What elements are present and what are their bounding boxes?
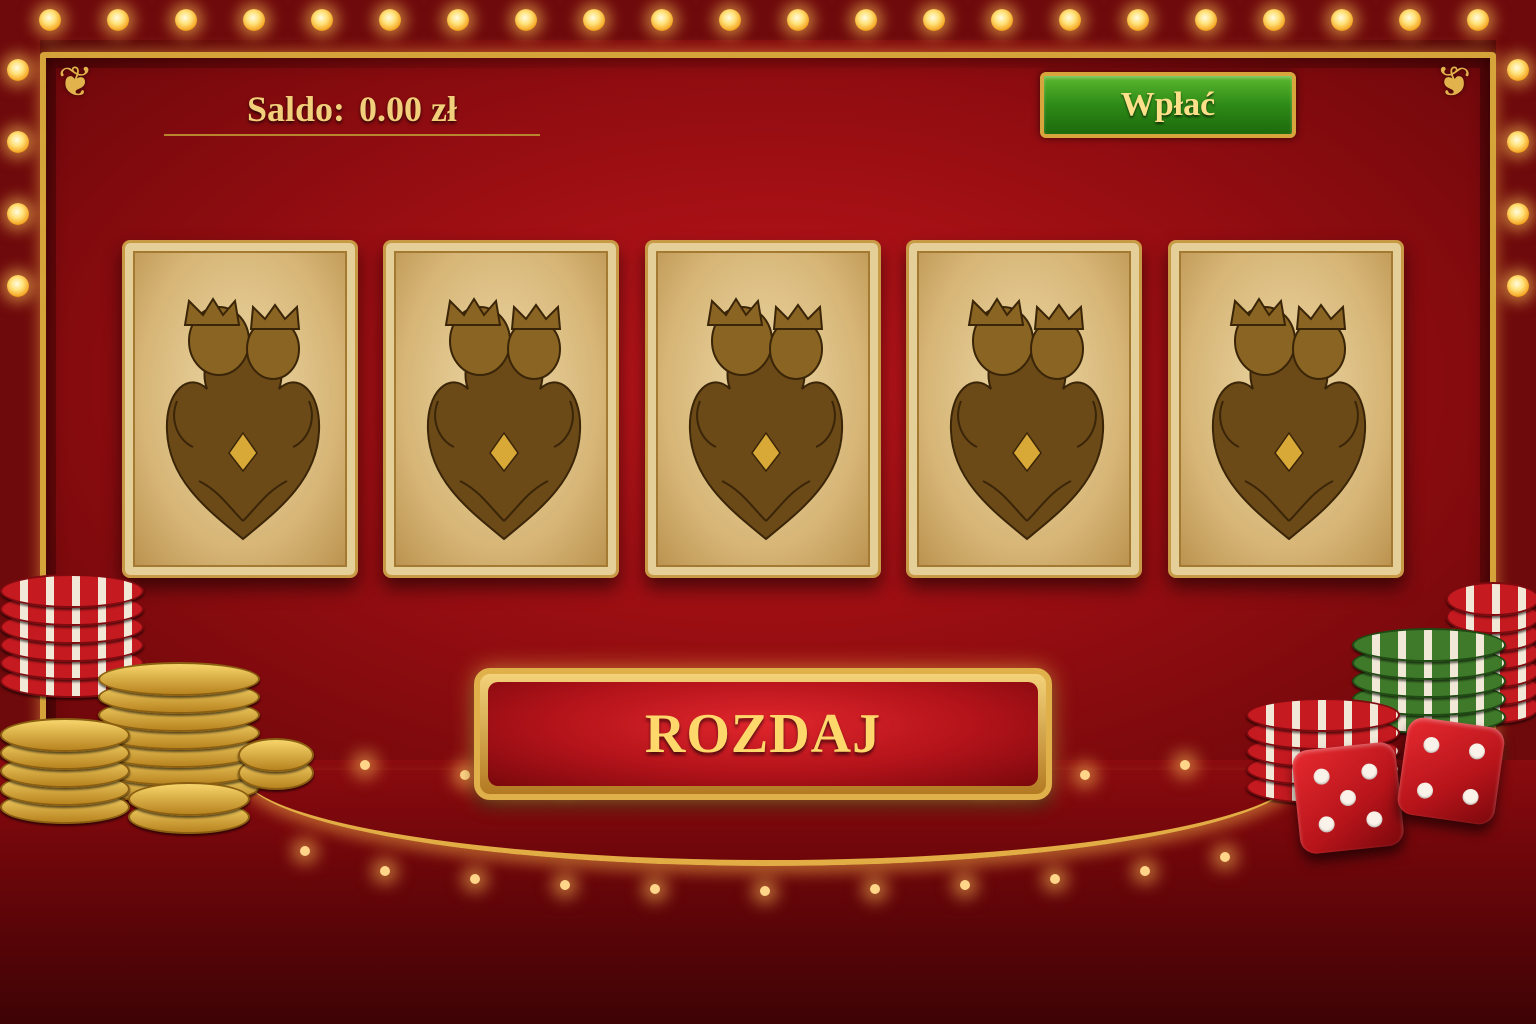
marquee-bulb-icon [1195, 9, 1217, 31]
corner-ornament-icon: ❦ [1436, 60, 1472, 106]
light-reflection [380, 866, 390, 876]
marquee-bulb-icon [1399, 9, 1421, 31]
marquee-bulb-icon [7, 203, 29, 225]
marquee-bulb-icon [651, 9, 673, 31]
casino-chip-icon [98, 662, 260, 696]
marquee-bulb-icon [7, 275, 29, 297]
casino-chip-icon [1246, 698, 1400, 732]
marquee-bulb-icon [175, 9, 197, 31]
marquee-bulb-icon [1263, 9, 1285, 31]
casino-chip-icon [0, 718, 130, 752]
card-face-down[interactable] [645, 240, 881, 578]
casino-chip-icon [238, 738, 314, 772]
marquee-bulb-icon [1507, 275, 1529, 297]
marquee-bulb-icon [923, 9, 945, 31]
marquee-bulb-icon [583, 9, 605, 31]
light-reflection [1050, 874, 1060, 884]
light-reflection [560, 880, 570, 890]
casino-chip-icon [128, 782, 250, 816]
light-reflection [960, 880, 970, 890]
marquee-bulb-icon [1507, 131, 1529, 153]
deposit-button[interactable]: Wpłać [1040, 72, 1296, 138]
marquee-bulb-icon [1059, 9, 1081, 31]
light-reflection [760, 886, 770, 896]
dice-icon [1395, 715, 1507, 827]
game-scene: ❦ ❦ Saldo: 0.00 zł Wpłać ROZDAJ [0, 0, 1536, 1024]
marquee-bulb-icon [991, 9, 1013, 31]
marquee-bulb-icon [787, 9, 809, 31]
marquee-bulb-icon [719, 9, 741, 31]
marquee-bulb-icon [379, 9, 401, 31]
deal-button-label: ROZDAJ [644, 703, 882, 765]
marquee-bulb-icon [515, 9, 537, 31]
casino-chip-icon [1446, 582, 1536, 616]
marquee-bulb-icon [1507, 203, 1529, 225]
balance-amount: 0.00 zł [359, 89, 458, 129]
light-reflection [1180, 760, 1190, 770]
deal-button[interactable]: ROZDAJ [474, 668, 1052, 800]
balance-display: Saldo: 0.00 zł [164, 84, 540, 136]
card-face-down[interactable] [1168, 240, 1404, 578]
light-reflection [460, 770, 470, 780]
marquee-bulb-icon [311, 9, 333, 31]
deposit-button-label: Wpłać [1120, 86, 1216, 123]
balance-label: Saldo: [246, 89, 346, 129]
light-reflection [470, 874, 480, 884]
light-reflection [360, 760, 370, 770]
card-face-down[interactable] [383, 240, 619, 578]
card-face-down[interactable] [122, 240, 358, 578]
card-face-down[interactable] [906, 240, 1142, 578]
light-reflection [650, 884, 660, 894]
light-reflection [1080, 770, 1090, 780]
marquee-bulb-icon [243, 9, 265, 31]
casino-chip-icon [0, 574, 144, 608]
light-reflection [1220, 852, 1230, 862]
deal-button-face: ROZDAJ [488, 682, 1038, 786]
light-reflection [870, 884, 880, 894]
marquee-bulb-icon [1467, 9, 1489, 31]
marquee-bulb-icon [7, 131, 29, 153]
marquee-bulb-icon [1331, 9, 1353, 31]
light-reflection [300, 846, 310, 856]
light-reflection [1140, 866, 1150, 876]
marquee-bulb-icon [855, 9, 877, 31]
marquee-bulb-icon [1507, 59, 1529, 81]
marquee-bulb-icon [1127, 9, 1149, 31]
marquee-bulb-icon [107, 9, 129, 31]
marquee-bulb-icon [39, 9, 61, 31]
marquee-bulb-icon [7, 59, 29, 81]
dice-icon [1290, 740, 1406, 856]
casino-chip-icon [1352, 628, 1506, 662]
marquee-bulb-icon [447, 9, 469, 31]
corner-ornament-icon: ❦ [58, 60, 94, 106]
